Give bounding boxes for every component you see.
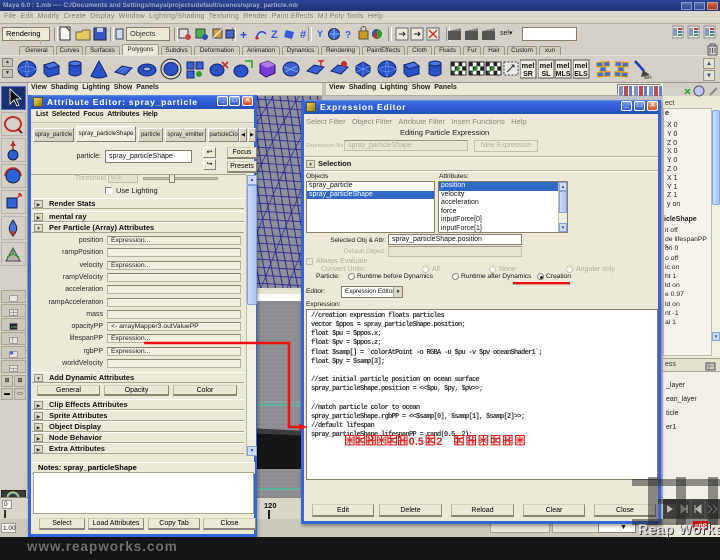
- svg-text:mel: mel: [539, 61, 552, 70]
- svg-text:?: ?: [345, 30, 351, 41]
- svg-text:mel: mel: [574, 61, 587, 70]
- svg-text:MLS: MLS: [556, 71, 571, 78]
- svg-text:#: #: [300, 29, 306, 41]
- svg-text:Y: Y: [317, 29, 323, 39]
- svg-text:mel: mel: [557, 61, 570, 70]
- svg-text:0.5: 0.5: [409, 436, 424, 447]
- svg-text:1:00: 1:00: [11, 325, 17, 329]
- svg-text:mel: mel: [522, 61, 535, 70]
- svg-text:+: +: [240, 28, 247, 42]
- svg-text:Reap Works: Reap Works: [638, 521, 720, 537]
- svg-text:2: 2: [436, 436, 442, 447]
- svg-text:SL: SL: [541, 71, 551, 78]
- svg-text:WHT: WHT: [644, 75, 652, 80]
- svg-text:ELS: ELS: [574, 71, 588, 78]
- svg-text:SR: SR: [523, 71, 533, 78]
- svg-text:Z: Z: [271, 29, 278, 41]
